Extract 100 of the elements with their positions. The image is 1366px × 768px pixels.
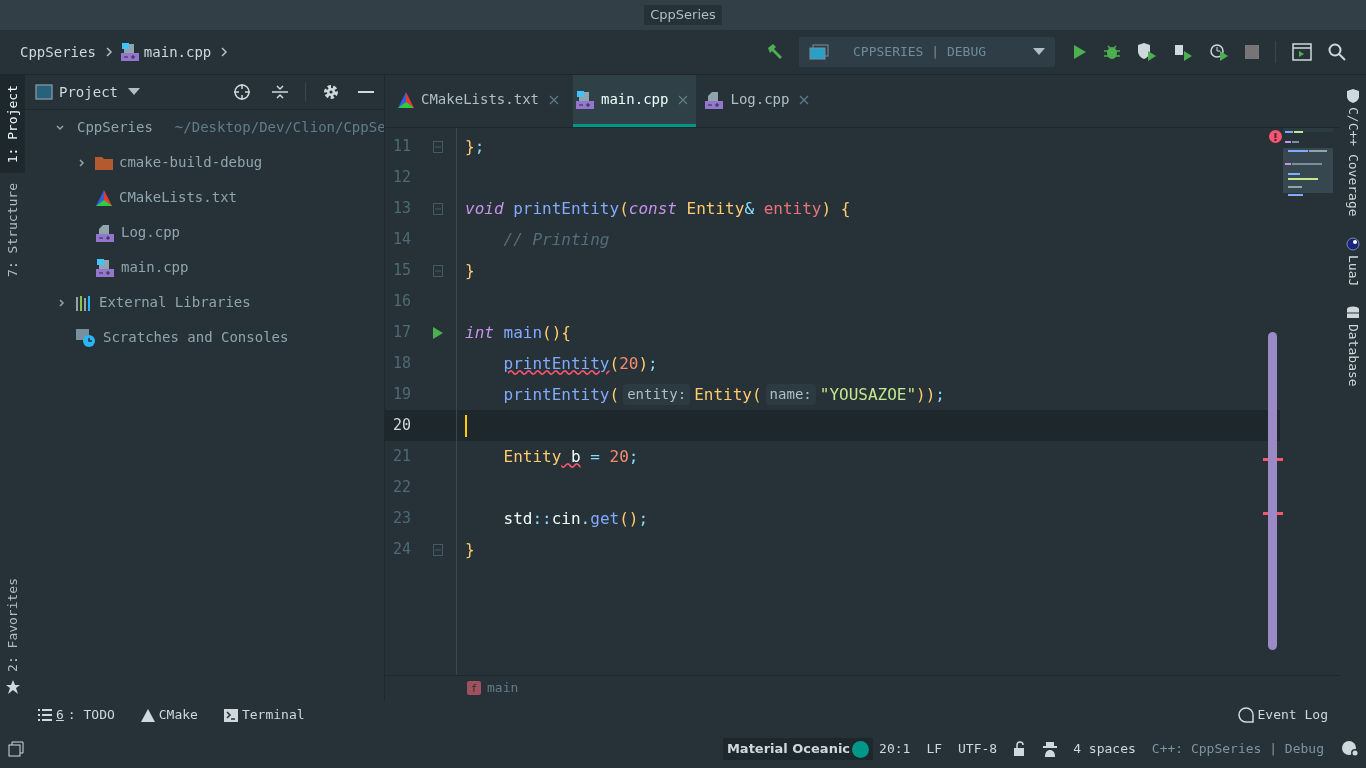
- chevron-right-icon[interactable]: [77, 157, 87, 168]
- tree-item-label[interactable]: Log.cpp: [121, 222, 180, 243]
- panels-icon[interactable]: [8, 741, 24, 757]
- fold-marker-icon[interactable]: [433, 264, 443, 277]
- play-icon[interactable]: [1071, 44, 1087, 60]
- close-icon[interactable]: [678, 94, 689, 105]
- collapse-icon[interactable]: [271, 83, 289, 101]
- code-token: }: [465, 135, 475, 158]
- code-token: Entity: [685, 197, 745, 220]
- tool-window-tab[interactable]: 7: Structure: [0, 173, 25, 288]
- tool-window-tab[interactable]: 1: Project: [0, 75, 25, 174]
- code-token: ;: [474, 135, 485, 158]
- database-icon: [1346, 305, 1360, 320]
- crosshair-icon[interactable]: [233, 83, 251, 101]
- editor-tab[interactable]: CMakeLists.txt: [395, 75, 567, 127]
- window-icon: [35, 84, 53, 100]
- code-token: Entity: [503, 445, 562, 468]
- file-encoding[interactable]: UTF-8: [958, 739, 998, 759]
- close-icon[interactable]: [549, 94, 559, 105]
- indent-setting[interactable]: 4 spaces: [1073, 739, 1136, 759]
- event-log-button[interactable]: Event Log: [1237, 705, 1328, 725]
- code-token: b: [569, 445, 581, 468]
- parameter-hint: entity:: [623, 384, 691, 405]
- code-token: 20: [619, 352, 639, 375]
- triangle-logo-icon: [95, 188, 113, 207]
- tool-window-tab[interactable]: Terminal: [223, 705, 305, 725]
- profiler-play-icon[interactable]: [1173, 43, 1193, 61]
- chevron-right-icon[interactable]: [57, 297, 67, 308]
- code-token: (): [619, 507, 639, 530]
- code-token: ): [638, 352, 649, 375]
- tree-item-label[interactable]: CppSeries: [77, 117, 153, 138]
- line-number: 22: [391, 477, 411, 499]
- code-token: (: [751, 383, 762, 406]
- code-token: main: [502, 321, 543, 344]
- tool-window-tab[interactable]: 6 : TODO: [38, 705, 115, 725]
- minimize-icon[interactable]: [358, 90, 374, 94]
- cpp-file-icon: [95, 257, 115, 278]
- breadcrumb-item[interactable]: CppSeries: [20, 41, 96, 63]
- build-context[interactable]: C++: CppSeries | Debug: [1151, 739, 1324, 759]
- cloud-gear-icon[interactable]: [1340, 740, 1360, 758]
- tree-item-label[interactable]: cmake-build-debug: [119, 152, 263, 173]
- code-token: (){: [542, 321, 571, 344]
- hammer-icon[interactable]: [765, 42, 785, 62]
- hat-figure-icon[interactable]: [1043, 741, 1058, 757]
- tree-item-label[interactable]: Scratches and Consoles: [103, 327, 289, 348]
- books-icon: [75, 294, 93, 311]
- fold-marker-icon[interactable]: [433, 140, 443, 153]
- code-token: get: [590, 507, 620, 530]
- cpp-file-icon: [95, 222, 115, 243]
- minimap-drawing: [1283, 128, 1333, 198]
- tree-item-label[interactable]: External Libraries: [99, 292, 251, 313]
- chevron-right-icon: [219, 46, 230, 58]
- chevron-down-icon[interactable]: [55, 122, 65, 133]
- tool-window-tab[interactable]: CMake: [140, 705, 198, 725]
- close-icon[interactable]: [799, 94, 810, 105]
- fold-marker-icon[interactable]: [433, 543, 443, 556]
- code-token: ;: [648, 352, 658, 375]
- code-token: (: [619, 197, 629, 220]
- search-icon[interactable]: [1328, 43, 1346, 61]
- shield-play-icon[interactable]: [1137, 43, 1157, 61]
- line-number: 19: [391, 384, 411, 406]
- tree-item-label[interactable]: main.cpp: [121, 257, 189, 278]
- tree-item-label[interactable]: CMakeLists.txt: [119, 187, 237, 208]
- code-token: ) {: [821, 197, 851, 220]
- code-token: ;: [638, 507, 649, 530]
- line-separator[interactable]: LF: [926, 739, 943, 759]
- line-number: 16: [391, 291, 411, 313]
- editor-tab[interactable]: main.cpp: [573, 75, 697, 127]
- theme-indicator[interactable]: Material Oceanic: [722, 738, 874, 760]
- window-title: CppSeries: [644, 5, 722, 25]
- window-icon: [809, 44, 829, 60]
- line-number: 21: [391, 446, 411, 468]
- scrollbar-thumb[interactable]: [1268, 332, 1277, 650]
- tool-window-tab[interactable]: 2: Favorites: [0, 570, 25, 680]
- terminal-window-icon[interactable]: [1292, 43, 1312, 61]
- project-path: ~/Desktop/Dev/Clion/CppSe: [174, 118, 384, 137]
- bug-icon[interactable]: [1103, 43, 1121, 61]
- caret-position[interactable]: 20:1: [879, 739, 911, 759]
- code-token: cin: [551, 507, 581, 530]
- speech-bubble-icon: [1237, 707, 1254, 723]
- tool-window-tab[interactable]: Database: [1343, 305, 1363, 387]
- code-token: .: [580, 507, 591, 530]
- settings-icon[interactable]: [322, 83, 340, 101]
- fold-marker-icon[interactable]: [433, 202, 443, 215]
- play-icon[interactable]: [432, 326, 444, 339]
- code-token: const: [628, 197, 677, 220]
- line-number: 12: [391, 167, 411, 189]
- cpp-file-icon: [575, 89, 595, 110]
- code-token: printEntity: [503, 383, 610, 406]
- editor-tab[interactable]: Log.cpp: [702, 75, 818, 127]
- error-icon[interactable]: [1269, 130, 1282, 143]
- caret-down-icon[interactable]: [128, 88, 140, 96]
- planet-icon: [1346, 236, 1360, 251]
- breadcrumb-item[interactable]: main.cpp: [143, 41, 212, 63]
- line-number: 11: [391, 136, 411, 158]
- tool-window-tab[interactable]: LuaJ: [1343, 236, 1363, 286]
- panel-title[interactable]: Project: [59, 81, 118, 103]
- clock-play-icon[interactable]: [1209, 43, 1229, 61]
- list-icon: [38, 709, 52, 721]
- tool-window-tab[interactable]: C/C++ Coverage: [1343, 89, 1363, 217]
